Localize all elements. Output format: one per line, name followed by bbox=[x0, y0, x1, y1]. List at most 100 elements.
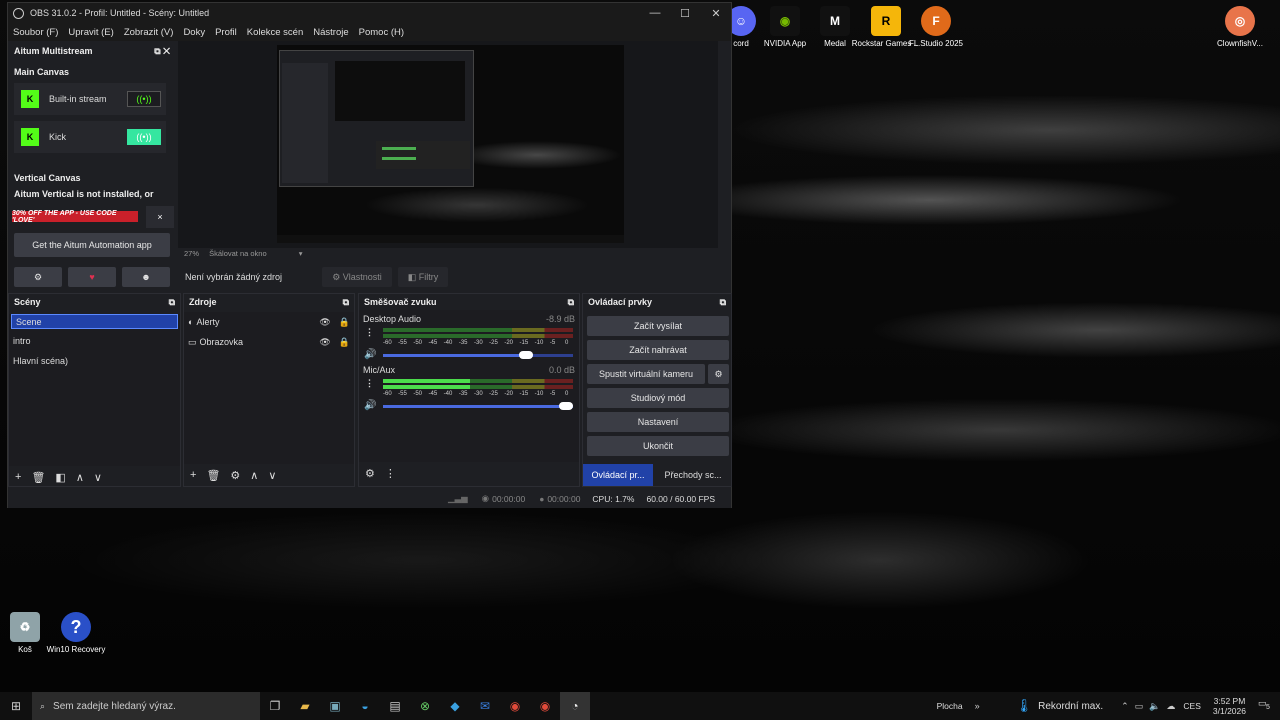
chrome-profile-icon[interactable]: ◉ bbox=[530, 692, 560, 720]
menu-soubor[interactable]: Soubor (F) bbox=[13, 27, 58, 38]
windows-start-button[interactable]: ⊞ bbox=[0, 692, 32, 720]
filters-button[interactable]: ◧ Filtry bbox=[398, 267, 448, 287]
studio-mode-button[interactable]: Studiový mód bbox=[587, 388, 729, 408]
meter-tick-label: -60 bbox=[383, 340, 392, 346]
onedrive-icon[interactable]: ☁ bbox=[1166, 701, 1175, 712]
aitum-app-button[interactable]: Get the Aitum Automation app bbox=[14, 233, 170, 257]
xbox-icon[interactable]: ⊗ bbox=[410, 692, 440, 720]
sources-toolbar: + 🗑 ⚙ ∧ ∨ bbox=[184, 464, 354, 486]
kebab-menu-icon[interactable]: ⋮ bbox=[385, 467, 396, 480]
source-item[interactable]: ◐ Alerty 👁 🔒 bbox=[184, 312, 354, 332]
settings-button[interactable]: Nastavení bbox=[587, 412, 729, 432]
search-box[interactable]: ⌕ Sem zadejte hledaný výraz. bbox=[32, 692, 260, 720]
start-recording-button[interactable]: Začít nahrávat bbox=[587, 340, 729, 360]
obs-taskbar-icon[interactable]: ◔ bbox=[560, 692, 590, 720]
stream-toggle-button[interactable]: ((•)) bbox=[127, 129, 161, 145]
scene-filters-icon[interactable]: ◧ bbox=[55, 471, 65, 484]
move-up-icon[interactable]: ∧ bbox=[250, 469, 258, 482]
nested-preview bbox=[335, 61, 465, 121]
nested-obs-preview bbox=[279, 50, 474, 187]
close-button[interactable]: ✕ bbox=[701, 3, 731, 23]
source-item[interactable]: ▭ Obrazovka 👁 🔒 bbox=[184, 332, 354, 352]
move-down-icon[interactable]: ∨ bbox=[268, 469, 276, 482]
weather-text[interactable]: Rekordní max. bbox=[1038, 701, 1103, 712]
menu-pomoc[interactable]: Pomoc (H) bbox=[359, 27, 404, 38]
clock-date: 3/1/2026 bbox=[1212, 706, 1246, 716]
scene-item[interactable]: Hlavní scéna) bbox=[9, 351, 180, 371]
properties-button[interactable]: ⚙ Vlastnosti bbox=[322, 267, 392, 287]
lock-icon[interactable]: 🔒 bbox=[339, 337, 350, 348]
add-source-button[interactable]: + bbox=[190, 469, 196, 481]
dock-float-icon[interactable]: ⧉ bbox=[169, 297, 175, 308]
heart-button[interactable]: ♥ bbox=[68, 267, 116, 287]
language-indicator[interactable]: CES bbox=[1183, 701, 1200, 711]
dock-float-icon[interactable]: ⧉ bbox=[568, 297, 574, 308]
minimize-button[interactable]: — bbox=[640, 3, 670, 23]
volume-knob[interactable] bbox=[519, 351, 534, 359]
dock-float-icon[interactable]: ⧉ bbox=[720, 297, 726, 308]
menu-upravit[interactable]: Upravit (E) bbox=[68, 27, 113, 38]
maximize-button[interactable]: ☐ bbox=[670, 3, 700, 23]
advanced-audio-icon[interactable]: ⚙ bbox=[365, 467, 375, 480]
desktop-icon-win10-recovery[interactable]: ? Win10 Recovery bbox=[41, 612, 111, 655]
menu-nastroje[interactable]: Nástroje bbox=[313, 27, 348, 38]
desktop-toolbar[interactable]: Plocha bbox=[937, 701, 963, 711]
exit-button[interactable]: Ukončit bbox=[587, 436, 729, 456]
menu-doky[interactable]: Doky bbox=[183, 27, 205, 38]
virtual-camera-settings-button[interactable]: ⚙ bbox=[708, 364, 729, 384]
steam-icon[interactable]: ◆ bbox=[440, 692, 470, 720]
preview-area[interactable] bbox=[178, 41, 718, 248]
dock-float-icon[interactable]: ⧉ bbox=[343, 297, 349, 308]
mail-icon[interactable]: ✉ bbox=[470, 692, 500, 720]
settings-button[interactable]: ⚙ bbox=[14, 267, 62, 287]
tab-transitions[interactable]: Přechody sc... bbox=[655, 464, 731, 486]
task-view-icon[interactable]: ❐ bbox=[260, 692, 290, 720]
start-streaming-button[interactable]: Začít vysílat bbox=[587, 316, 729, 336]
clock[interactable]: 3:52 PM 3/1/2026 bbox=[1213, 696, 1246, 716]
trash-icon[interactable]: 🗑 bbox=[206, 469, 220, 482]
desktop-icon-clownfish[interactable]: ◎ ClownfishV... bbox=[1205, 6, 1275, 49]
move-down-icon[interactable]: ∨ bbox=[94, 471, 102, 484]
stream-toggle-button[interactable]: ((•)) bbox=[127, 91, 161, 107]
speaker-icon[interactable]: 🔊 bbox=[364, 349, 376, 360]
volume-slider[interactable] bbox=[383, 351, 573, 359]
speaker-icon[interactable]: 🔊 bbox=[364, 400, 376, 411]
volume-knob[interactable] bbox=[559, 402, 573, 410]
controls-header: Ovládací prvky ⧉ bbox=[583, 294, 731, 310]
menu-zobrazit[interactable]: Zobrazit (V) bbox=[124, 27, 174, 38]
edge-icon[interactable]: ◒ bbox=[350, 692, 380, 720]
eye-icon[interactable]: 👁 bbox=[319, 317, 330, 328]
virtual-camera-button[interactable]: Spustit virtuální kameru bbox=[587, 364, 705, 384]
store-icon[interactable]: ▣ bbox=[320, 692, 350, 720]
kebab-menu-icon[interactable]: ⋮ bbox=[365, 327, 374, 338]
discord-button[interactable]: ☻ bbox=[122, 267, 170, 287]
tab-controls[interactable]: Ovládací pr... bbox=[583, 464, 653, 486]
scale-mode[interactable]: Škálovat na okno bbox=[209, 249, 267, 258]
promo-banner[interactable]: 30% OFF THE APP - USE CODE 'LOVE' bbox=[12, 210, 138, 224]
menu-kolekce[interactable]: Kolekce scén bbox=[247, 27, 304, 38]
volume-slider[interactable] bbox=[383, 402, 573, 410]
lock-icon[interactable]: 🔒 bbox=[339, 317, 350, 328]
scene-item[interactable]: Scene bbox=[11, 314, 178, 329]
chrome-icon[interactable]: ◉ bbox=[500, 692, 530, 720]
menu-profil[interactable]: Profil bbox=[215, 27, 237, 38]
notification-button[interactable]: ▭ 5 bbox=[1258, 698, 1274, 714]
promo-close-button[interactable]: × bbox=[146, 206, 174, 228]
trash-icon[interactable]: 🗑 bbox=[31, 471, 45, 484]
chevron-right-icon[interactable]: » bbox=[975, 701, 980, 711]
meter-tick-label: -45 bbox=[428, 340, 438, 346]
app-icon[interactable]: ▤ bbox=[380, 692, 410, 720]
network-icon[interactable]: ▭ bbox=[1135, 701, 1144, 712]
dock-float-icon[interactable]: ⧉ ✕ bbox=[154, 46, 170, 57]
chevron-up-icon[interactable]: ⌃ bbox=[1121, 701, 1129, 712]
desktop-icon-flstudio[interactable]: F FL Studio 2025 bbox=[901, 6, 971, 49]
file-explorer-icon[interactable]: ▰ bbox=[290, 692, 320, 720]
kebab-menu-icon[interactable]: ⋮ bbox=[365, 378, 374, 389]
gear-icon[interactable]: ⚙ bbox=[230, 469, 240, 482]
volume-icon[interactable]: 🔈 bbox=[1149, 701, 1160, 712]
chevron-down-icon[interactable]: ▾ bbox=[299, 249, 303, 258]
scene-item[interactable]: intro bbox=[9, 331, 180, 351]
eye-icon[interactable]: 👁 bbox=[319, 337, 330, 348]
add-scene-button[interactable]: + bbox=[15, 471, 21, 483]
move-up-icon[interactable]: ∧ bbox=[76, 471, 84, 484]
